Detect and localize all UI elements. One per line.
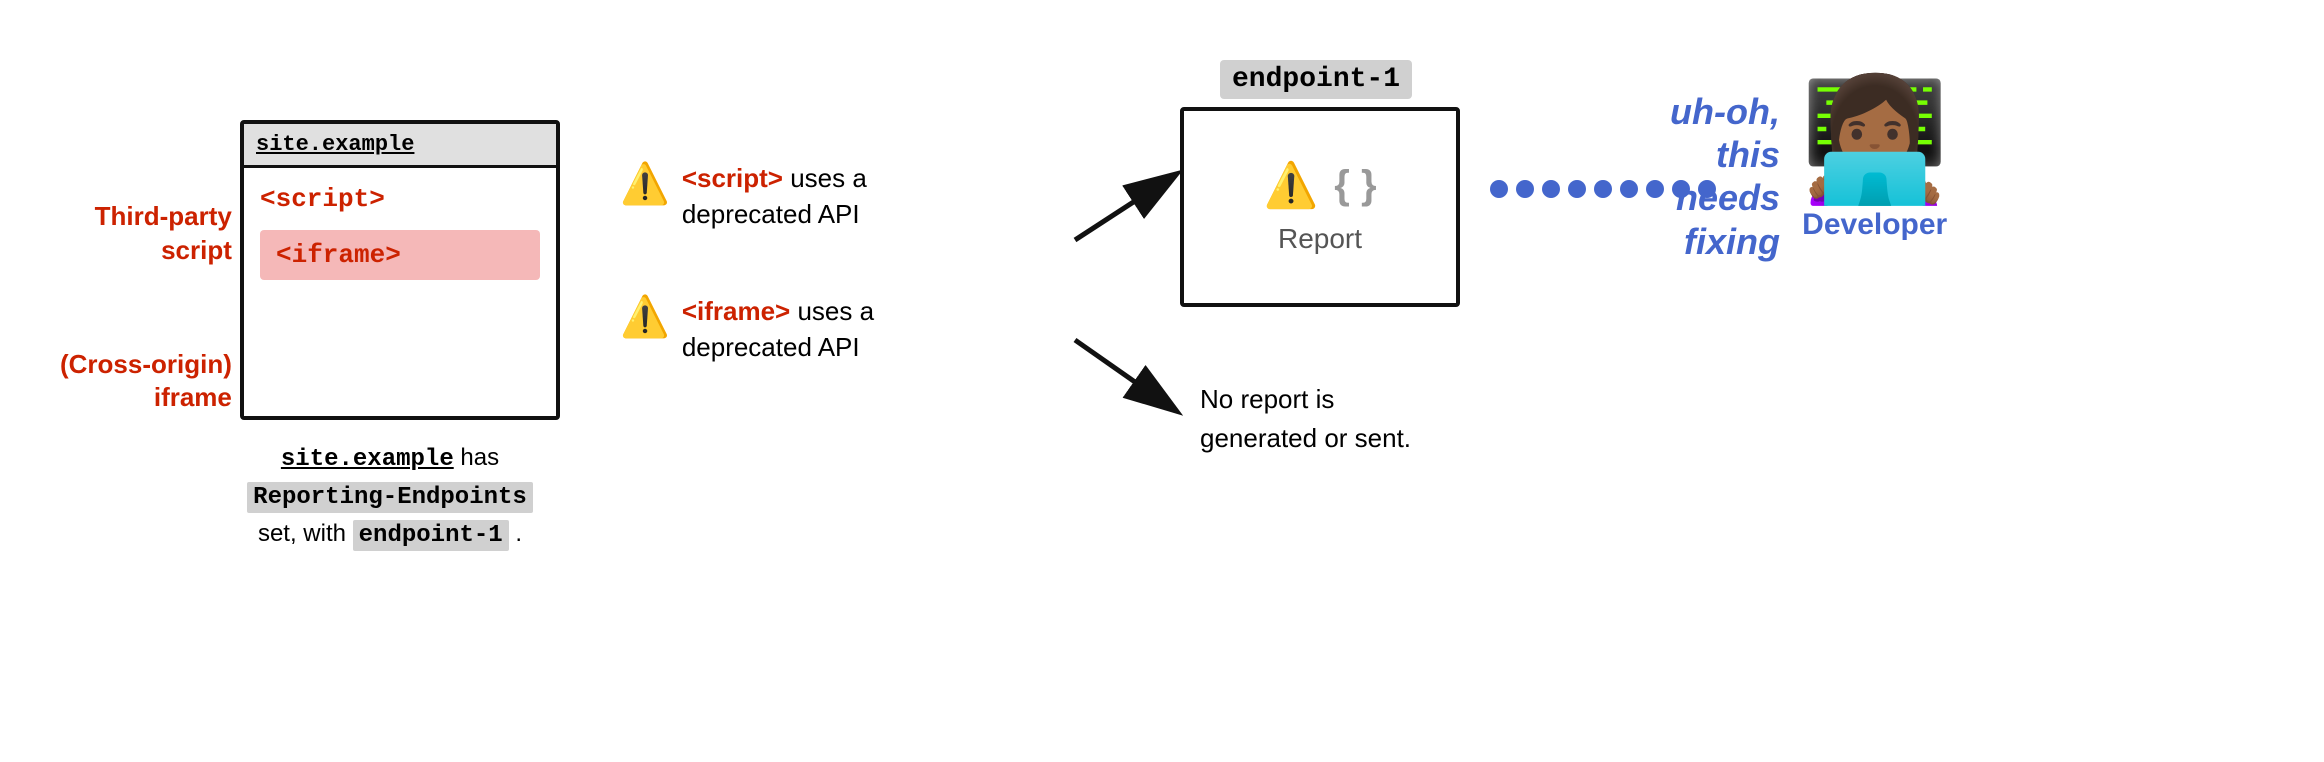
caption-has: has [460, 444, 499, 471]
endpoint-warning-icon: ⚠️ [1263, 159, 1318, 211]
iframe-tag: <iframe> [260, 230, 540, 280]
dot-3 [1542, 180, 1560, 198]
browser-window: site.example <script> <iframe> [240, 120, 560, 420]
no-report-text: No report isgenerated or sent. [1200, 380, 1480, 458]
developer-emoji: 👩🏾‍💻 [1800, 80, 1949, 200]
third-party-script-label: Third-partyscript [60, 200, 232, 268]
dot-2 [1516, 180, 1534, 198]
caption-reporting-endpoints: Reporting-Endpoints [247, 482, 533, 513]
browser-titlebar: site.example [244, 124, 556, 168]
cross-origin-iframe-label: (Cross-origin)iframe [60, 348, 232, 416]
warnings-section: ⚠️ <script> uses adeprecated API ⚠️ <ifr… [620, 160, 1040, 366]
browser-title: site.example [256, 132, 414, 157]
endpoint-label-top: endpoint-1 [1220, 60, 1412, 99]
warning-icon-iframe: ⚠️ [620, 297, 670, 337]
left-labels: Third-partyscript (Cross-origin)iframe [60, 200, 232, 415]
diagram-container: Third-partyscript (Cross-origin)iframe s… [0, 0, 2324, 762]
caption-set-with: set, with [258, 520, 353, 547]
browser-body: <script> <iframe> [244, 168, 556, 296]
dot-1 [1490, 180, 1508, 198]
script-tag: <script> [260, 184, 540, 214]
script-tag-warning: <script> [682, 163, 783, 193]
warning-text-script: <script> uses adeprecated API [682, 160, 867, 233]
warning-text-iframe: <iframe> uses adeprecated API [682, 293, 874, 366]
caption-period: . [515, 520, 522, 547]
endpoint-icons: ⚠️ { } [1263, 159, 1376, 211]
developer-label: Developer [1802, 208, 1947, 242]
iframe-tag-warning: <iframe> [682, 296, 790, 326]
endpoint-box-container: endpoint-1 ⚠️ { } Report [1180, 60, 1460, 307]
browser-caption: site.example has Reporting-Endpoints set… [200, 440, 580, 554]
endpoint-report-label: Report [1278, 223, 1362, 255]
developer-section: uh-oh,thisneedsfixing 👩🏾‍💻 Developer [1800, 80, 1949, 242]
caption-site-example: site.example [281, 446, 454, 473]
warning-script: ⚠️ <script> uses adeprecated API [620, 160, 1040, 233]
uh-oh-text: uh-oh,thisneedsfixing [1580, 90, 1780, 263]
endpoint-braces-icon: { } [1334, 163, 1376, 208]
endpoint-box: ⚠️ { } Report [1180, 107, 1460, 307]
caption-endpoint-inline: endpoint-1 [353, 520, 509, 551]
warning-iframe: ⚠️ <iframe> uses adeprecated API [620, 293, 1040, 366]
warning-icon-script: ⚠️ [620, 164, 670, 204]
